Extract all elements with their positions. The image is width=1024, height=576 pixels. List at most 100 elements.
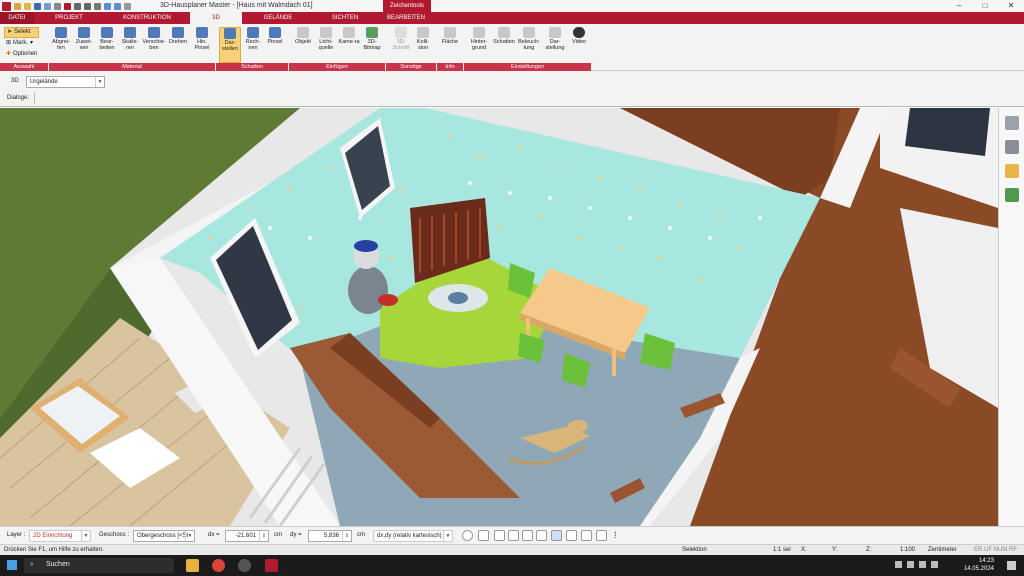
tab-sichten[interactable]: SICHTEN — [314, 12, 376, 24]
move-button[interactable]: Verschie-ben — [142, 27, 166, 51]
tab-datei[interactable]: DATEI — [0, 12, 34, 24]
zoom-out-icon[interactable] — [114, 2, 121, 10]
app-logo-icon[interactable] — [2, 1, 11, 11]
redraw-icon[interactable] — [94, 2, 101, 10]
hausplaner-taskbar-icon[interactable] — [265, 559, 278, 572]
furniture-icon[interactable] — [1004, 140, 1019, 154]
clock-icon[interactable] — [462, 530, 473, 541]
search-placeholder: Suchen — [46, 561, 70, 568]
open-folder-icon[interactable] — [24, 2, 31, 10]
print-icon[interactable] — [54, 2, 61, 10]
brush-button[interactable]: Hin. Pinsel — [191, 27, 213, 51]
chrome-icon[interactable] — [212, 559, 225, 572]
grid-icon[interactable] — [581, 530, 592, 541]
app-icon[interactable] — [238, 559, 251, 572]
display-shadow-button[interactable]: Dar-stellen — [219, 27, 241, 63]
maximize-button[interactable]: □ — [972, 0, 998, 12]
collision-icon — [417, 27, 429, 38]
minimize-button[interactable]: – — [946, 0, 972, 12]
layer-view-icon[interactable] — [566, 530, 577, 541]
video-button[interactable]: Video — [569, 27, 589, 45]
coordinate-mode-dropdown[interactable]: dx,dy (relativ kartesisch) ▼ — [373, 530, 453, 542]
wifi-icon[interactable] — [907, 561, 914, 568]
display-settings-button[interactable]: Dar-stellung — [543, 27, 567, 51]
z-coordinate: Z: — [866, 547, 872, 553]
tree-icon[interactable] — [1004, 188, 1019, 202]
tab-konstruktion[interactable]: KONSTRUKTION — [104, 12, 190, 24]
button-label: Hinter-grund — [470, 39, 488, 51]
button-label: 3D-Schnitt — [392, 39, 410, 51]
floor-label: Geschoss : — [99, 532, 130, 538]
windows-taskbar: ⌕ Suchen 14:23 14.05.2024 — [0, 555, 1024, 576]
snap-angle-icon[interactable] — [536, 530, 547, 541]
close-button[interactable]: ✕ — [998, 0, 1024, 12]
shadow-brush-button[interactable]: Pinsel — [265, 27, 285, 45]
coordinate-bar: Layer : 2D Einrichtung ▼ Geschoss : Ober… — [0, 526, 1024, 544]
battery-icon[interactable] — [931, 561, 938, 568]
background-button[interactable]: Hinter-grund — [467, 27, 491, 51]
save-as-icon[interactable] — [44, 2, 51, 10]
volume-icon[interactable] — [919, 561, 926, 568]
file-explorer-icon[interactable] — [186, 559, 199, 572]
dy-input[interactable]: 5,836 ⇕ — [308, 530, 352, 542]
tab-gelaende[interactable]: GELÄNDE — [242, 12, 314, 24]
dx-input[interactable]: -21,601 ⇕ — [225, 530, 269, 542]
options-button[interactable]: ✚ Optionen — [4, 49, 39, 60]
edit-material-button[interactable]: Bear-beiten — [96, 27, 118, 51]
assign-button[interactable]: Zuwei-sen — [73, 27, 95, 51]
notification-icon[interactable] — [1007, 561, 1016, 570]
taskbar-clock[interactable]: 14:23 14.05.2024 — [964, 557, 994, 573]
contextual-tab-drawing-tools[interactable]: Zeichentools — [383, 0, 431, 12]
chevron-up-icon[interactable] — [895, 561, 902, 568]
layer-value: 2D Einrichtung — [33, 533, 73, 539]
object-button[interactable]: Objekt — [292, 27, 314, 45]
chevron-down-icon: ▼ — [81, 531, 90, 541]
shadow-settings-button[interactable]: Schatten — [492, 27, 516, 45]
grid-snap-icon[interactable] — [494, 530, 505, 541]
collision-button[interactable]: Kolli-sion — [413, 27, 433, 51]
redo-icon[interactable] — [84, 2, 91, 10]
new-file-icon[interactable] — [14, 2, 21, 10]
snap-point-icon[interactable] — [508, 530, 519, 541]
layer-dropdown[interactable]: 2D Einrichtung ▼ — [29, 530, 91, 542]
tab-bearbeiten[interactable]: BEARBEITEN — [376, 12, 436, 24]
undo-icon[interactable] — [74, 2, 81, 10]
more-icon[interactable]: ⁞ — [614, 530, 620, 541]
rotate-button[interactable]: Drehen — [167, 27, 189, 45]
customize-toolbar-icon[interactable] — [124, 2, 131, 10]
lighting-button[interactable]: Beleuch-tung — [517, 27, 541, 51]
dx-value: -21,601 — [235, 533, 256, 539]
tab-3d[interactable]: 3D — [190, 12, 242, 24]
calculate-icon — [247, 27, 259, 38]
view-label: 3D — [11, 78, 19, 84]
monitor-icon[interactable] — [478, 530, 489, 541]
cancel-icon[interactable] — [596, 530, 607, 541]
view-dropdown[interactable]: Urgelände ▼ — [26, 76, 105, 88]
clock-date: 14.05.2024 — [963, 566, 994, 572]
eyedropper-button[interactable]: Abgrei-fen — [50, 27, 72, 51]
help-hint: Drücken Sie F1, um Hilfe zu erhalten. — [4, 547, 104, 553]
mark-button[interactable]: ⊞ Mark. ▾ — [4, 38, 39, 49]
tab-projekt[interactable]: PROJEKT — [34, 12, 104, 24]
button-label: Fläche — [441, 39, 459, 45]
zoom-in-icon[interactable] — [104, 2, 111, 10]
materials-icon[interactable] — [1004, 164, 1019, 178]
area-button[interactable]: Fläche — [440, 27, 460, 45]
3d-viewport[interactable] — [0, 108, 998, 526]
windows-start-icon[interactable] — [7, 560, 17, 570]
calculate-shadow-button[interactable]: Rech-nen — [243, 27, 263, 51]
bitmap-3d-button[interactable]: 3D-Bitmap — [361, 27, 383, 51]
scale-button[interactable]: Skalie-ren — [119, 27, 141, 51]
camera-button[interactable]: Kame-ra — [338, 27, 360, 45]
light-source-button[interactable]: Licht-quelle — [315, 27, 337, 51]
snap-line-icon[interactable] — [522, 530, 533, 541]
layers-icon[interactable] — [1004, 116, 1019, 130]
shadow-icon — [498, 27, 510, 38]
settings-icon[interactable] — [64, 2, 71, 10]
options-gear-icon: ✚ — [6, 51, 12, 57]
active-snap-icon[interactable] — [551, 530, 562, 541]
select-button[interactable]: ➤ Selekt — [4, 27, 40, 38]
save-icon[interactable] — [34, 2, 41, 10]
floor-dropdown[interactable]: Obergeschoss [<St ▼ — [133, 530, 195, 542]
taskbar-search[interactable]: ⌕ Suchen — [24, 558, 174, 573]
